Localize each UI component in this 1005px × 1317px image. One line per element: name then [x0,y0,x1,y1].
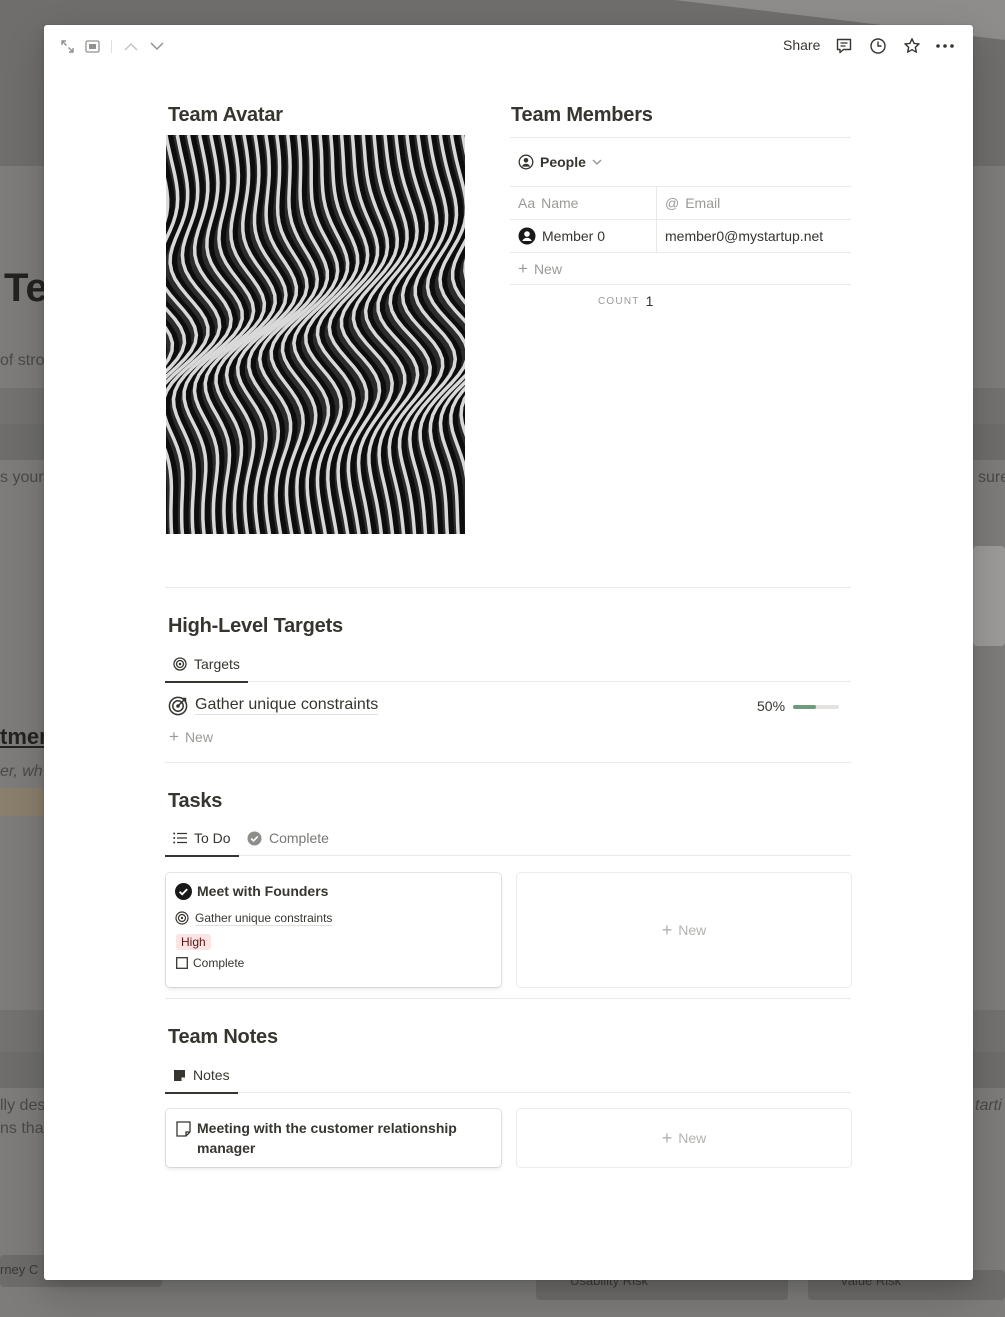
comment-icon[interactable] [835,37,853,55]
plus-icon: + [661,1128,673,1148]
note-card[interactable]: Meeting with the customer relationship m… [166,1109,501,1167]
chevron-up-icon[interactable] [122,37,140,55]
notes-tabbar: Notes [165,1057,851,1094]
star-icon[interactable] [903,37,921,55]
task-title: Meet with Founders [197,883,329,899]
expand-icon[interactable] [58,37,76,55]
view-tab-people[interactable]: People [518,154,602,170]
target-icon [173,657,187,671]
table-header-row: Aa Name @ Email [510,187,851,220]
column-header-email[interactable]: @ Email [657,187,728,219]
team-members-database: People Aa Name @ Email Member 0 member0@… [510,137,851,317]
tasks-heading: Tasks [168,790,223,812]
targets-tabbar: Targets [165,646,851,683]
progress-label: 50% [757,698,786,714]
new-task-button[interactable]: + New [517,873,851,987]
count-footer[interactable]: COUNT 1 [510,285,851,317]
new-row-button[interactable]: + New [510,253,851,285]
target-icon [168,696,188,716]
check-circle-icon [247,831,262,845]
page-icon [176,1121,191,1137]
tab-complete[interactable]: Complete [247,820,329,856]
notes-heading: Team Notes [168,1026,278,1048]
page-peek-modal: Share Team Avatar Team Members People Aa… [44,25,973,1280]
table-row[interactable]: Member 0 member0@mystartup.net [510,220,851,253]
plus-icon: + [661,920,673,940]
divider [165,587,851,588]
checkbox-icon[interactable] [176,957,188,969]
task-target-link[interactable]: Gather unique constraints [195,911,333,926]
checked-circle-icon [175,883,192,900]
column-header-name[interactable]: Aa Name [510,187,657,219]
tab-targets[interactable]: Targets [165,646,248,683]
more-icon[interactable] [936,37,954,55]
background-title: Te [4,266,48,310]
person-circle-icon [518,154,534,170]
plus-icon: + [169,727,179,746]
new-target-button[interactable]: + New [169,728,213,745]
peek-mode-icon[interactable] [83,37,101,55]
task-card[interactable]: Meet with Founders Gather unique constra… [166,873,501,987]
tab-to-do[interactable]: To Do [165,820,239,857]
list-item[interactable]: Gather unique constraints 50% [168,693,851,720]
progress-fill [793,705,816,709]
plus-icon: + [518,259,528,278]
priority-badge: High [176,934,211,950]
team-avatar-image[interactable] [166,135,465,534]
list-icon [173,832,187,844]
share-button[interactable]: Share [783,37,820,53]
member-email-cell[interactable]: member0@mystartup.net [657,220,831,252]
member-name-cell[interactable]: Member 0 [510,220,657,252]
divider [165,998,851,999]
divider [165,762,851,763]
team-members-heading: Team Members [511,104,653,126]
note-title: Meeting with the customer relationship m… [197,1120,457,1156]
text-property-icon: Aa [518,195,536,211]
note-icon [174,1069,185,1081]
new-note-button[interactable]: + New [517,1109,851,1167]
status-label: Complete [193,956,245,970]
history-icon[interactable] [869,37,887,55]
target-icon [175,911,189,925]
modal-topbar: Share [44,25,973,67]
targets-heading: High-Level Targets [168,615,343,637]
at-sign-icon: @ [665,195,680,211]
tab-notes[interactable]: Notes [165,1057,238,1094]
chevron-down-icon [592,159,602,165]
progress-bar [793,705,839,709]
tasks-tabbar: To Do Complete [165,820,851,857]
person-icon [518,227,536,245]
target-name[interactable]: Gather unique constraints [195,696,379,715]
chevron-down-icon[interactable] [148,37,166,55]
team-avatar-heading: Team Avatar [168,104,283,126]
